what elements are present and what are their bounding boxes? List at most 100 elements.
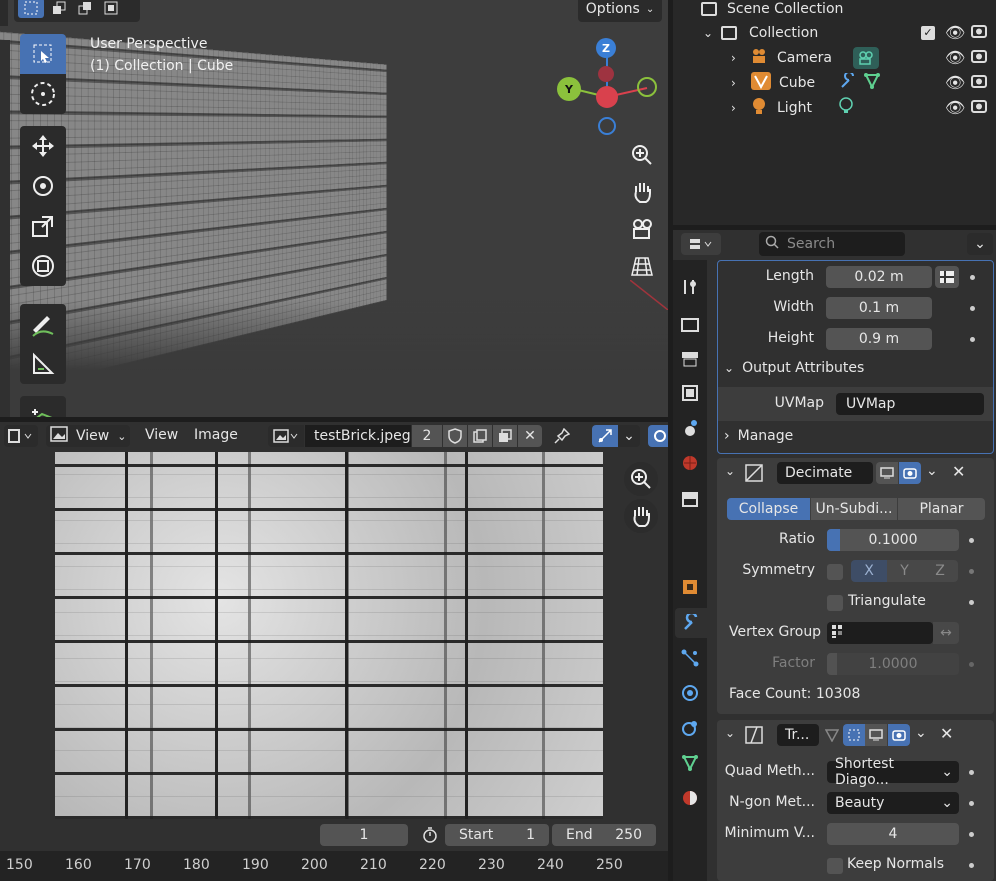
stopwatch-icon[interactable] xyxy=(418,824,442,846)
end-frame-field[interactable]: End 250 xyxy=(552,824,656,846)
triangulate-name-field[interactable]: Tr... xyxy=(777,724,819,746)
uv-sync-icon[interactable] xyxy=(592,425,618,447)
object-tab-icon[interactable] xyxy=(675,572,705,602)
eye-icon[interactable]: 👁 xyxy=(945,48,965,67)
add-cube-tool[interactable] xyxy=(20,396,66,417)
keyframe-dot[interactable] xyxy=(969,662,974,667)
new-image-icon[interactable] xyxy=(468,425,492,447)
tab-planar[interactable]: Planar xyxy=(897,498,985,520)
keyframe-dot[interactable] xyxy=(969,600,974,605)
eye-icon[interactable]: 👁 xyxy=(945,98,965,117)
x-neg-handle[interactable] xyxy=(598,66,614,82)
tab-unsubdivide[interactable]: Un-Subdi... xyxy=(810,498,897,520)
search-field[interactable]: Search xyxy=(759,232,905,256)
chevron-right-icon[interactable]: › xyxy=(731,76,751,90)
keyframe-dot[interactable] xyxy=(970,306,975,311)
keep-normals-checkbox[interactable] xyxy=(827,858,843,874)
close-icon[interactable]: ✕ xyxy=(952,462,965,481)
editor-type-dropdown[interactable] xyxy=(681,233,721,255)
chevron-down-icon[interactable]: ⌄ xyxy=(725,464,735,478)
camera-data-icon[interactable] xyxy=(853,46,879,69)
outliner-item-light[interactable]: › Light 👁 xyxy=(673,95,996,120)
outliner-item-camera[interactable]: › Camera 👁 xyxy=(673,45,996,70)
ngon-method-dropdown[interactable]: Beauty ⌄ xyxy=(827,792,959,814)
wrench-icon[interactable] xyxy=(840,70,856,93)
cursor-tool[interactable] xyxy=(20,74,66,114)
decimate-header[interactable]: ⌄ Decimate ⌄ ✕ xyxy=(717,458,994,488)
quad-method-dropdown[interactable]: Shortest Diago... ⌄ xyxy=(827,756,959,788)
scale-tool[interactable] xyxy=(20,206,66,246)
select-subtract-icon[interactable] xyxy=(74,0,96,18)
chevron-down-icon[interactable]: ⌄ xyxy=(703,26,721,40)
checkbox-icon[interactable]: ✓ xyxy=(921,25,935,40)
camera-view-icon[interactable] xyxy=(625,212,659,246)
chevron-down-icon[interactable]: ⌄ xyxy=(725,726,735,740)
camera-render-icon[interactable] xyxy=(971,48,987,68)
modifier-tab-icon[interactable] xyxy=(675,608,707,638)
select-new-icon[interactable] xyxy=(18,0,44,18)
eye-icon[interactable]: 👁 xyxy=(945,23,965,42)
keyframe-dot[interactable] xyxy=(970,337,975,342)
z-axis-handle[interactable]: Z xyxy=(596,38,616,58)
triangulate-header[interactable]: ⌄ Tr... ⌄ ✕ xyxy=(717,720,994,750)
chevron-down-icon[interactable]: ⌄ xyxy=(618,425,640,447)
keyframe-dot[interactable] xyxy=(969,863,974,868)
vertex-group-field[interactable] xyxy=(827,622,933,644)
chevron-down-icon[interactable]: ⌄ xyxy=(926,463,938,479)
rotate-tool[interactable] xyxy=(20,166,66,206)
y-axis-handle[interactable]: Y xyxy=(557,77,581,101)
render-camera-icon[interactable] xyxy=(888,724,910,746)
width-field[interactable]: 0.1 m xyxy=(826,297,932,319)
outliner-collection[interactable]: ⌄ Collection ✓ 👁 xyxy=(673,20,996,45)
keyframe-dot[interactable] xyxy=(969,538,974,543)
camera-render-icon[interactable] xyxy=(971,23,987,43)
select-box-tool[interactable] xyxy=(20,34,66,74)
3d-viewport[interactable]: Options ⌄ User Perspective (1) Collectio… xyxy=(0,0,668,417)
view-layer-tab-icon[interactable] xyxy=(675,378,705,408)
output-attributes-subpanel[interactable]: ⌄ Output Attributes xyxy=(724,360,864,376)
annotate-tool[interactable] xyxy=(20,304,66,344)
axis-z-button[interactable]: Z xyxy=(922,560,958,582)
height-field[interactable]: 0.9 m xyxy=(826,328,932,350)
invert-arrows-icon[interactable]: ↔ xyxy=(933,622,959,644)
chevron-down-icon[interactable]: ⌄ xyxy=(967,233,993,255)
axis-x-button[interactable]: X xyxy=(851,560,887,582)
edit-mode-icon[interactable] xyxy=(843,724,865,746)
constraints-tab-icon[interactable] xyxy=(675,713,705,743)
area-divider[interactable] xyxy=(668,0,673,881)
z-neg-handle[interactable] xyxy=(598,117,616,135)
current-frame-field[interactable]: 1 xyxy=(320,824,408,846)
symmetry-checkbox[interactable] xyxy=(827,564,843,580)
manage-subpanel[interactable]: › Manage xyxy=(724,428,793,444)
image-browse-icon[interactable] xyxy=(268,425,304,447)
minimum-vertices-field[interactable]: 4 xyxy=(827,823,959,845)
select-invert-icon[interactable] xyxy=(100,0,122,18)
zoom-icon[interactable] xyxy=(625,138,659,172)
y-neg-handle[interactable] xyxy=(637,77,657,97)
keyframe-dot[interactable] xyxy=(969,770,974,775)
unlink-close-icon[interactable]: ✕ xyxy=(518,425,542,447)
outliner-item-cube[interactable]: › Cube 👁 xyxy=(673,70,996,95)
keyframe-dot[interactable] xyxy=(969,569,974,574)
pin-icon[interactable] xyxy=(550,425,574,447)
navigation-gizmo[interactable]: Z Y xyxy=(555,38,665,138)
fake-user-icon[interactable] xyxy=(443,425,467,447)
chevron-right-icon[interactable]: › xyxy=(731,101,751,115)
particles-tab-icon[interactable] xyxy=(675,643,705,673)
camera-render-icon[interactable] xyxy=(971,98,987,118)
physics-tab-icon[interactable] xyxy=(675,678,705,708)
open-image-icon[interactable] xyxy=(493,425,517,447)
uvmap-field[interactable]: UVMap xyxy=(836,393,984,415)
transform-tool[interactable] xyxy=(20,246,66,286)
light-data-icon[interactable] xyxy=(838,96,854,119)
chevron-right-icon[interactable]: › xyxy=(731,51,751,65)
x-axis-handle[interactable] xyxy=(596,86,618,108)
eyedropper-icon[interactable] xyxy=(935,266,959,288)
image-name-field[interactable]: testBrick.jpeg xyxy=(305,425,411,447)
keyframe-dot[interactable] xyxy=(970,275,975,280)
axis-y-button[interactable]: Y xyxy=(887,560,922,582)
select-extend-icon[interactable] xyxy=(48,0,70,18)
menu-view[interactable]: View xyxy=(145,427,178,443)
users-count[interactable]: 2 xyxy=(412,425,442,447)
monitor-icon[interactable] xyxy=(876,462,898,484)
